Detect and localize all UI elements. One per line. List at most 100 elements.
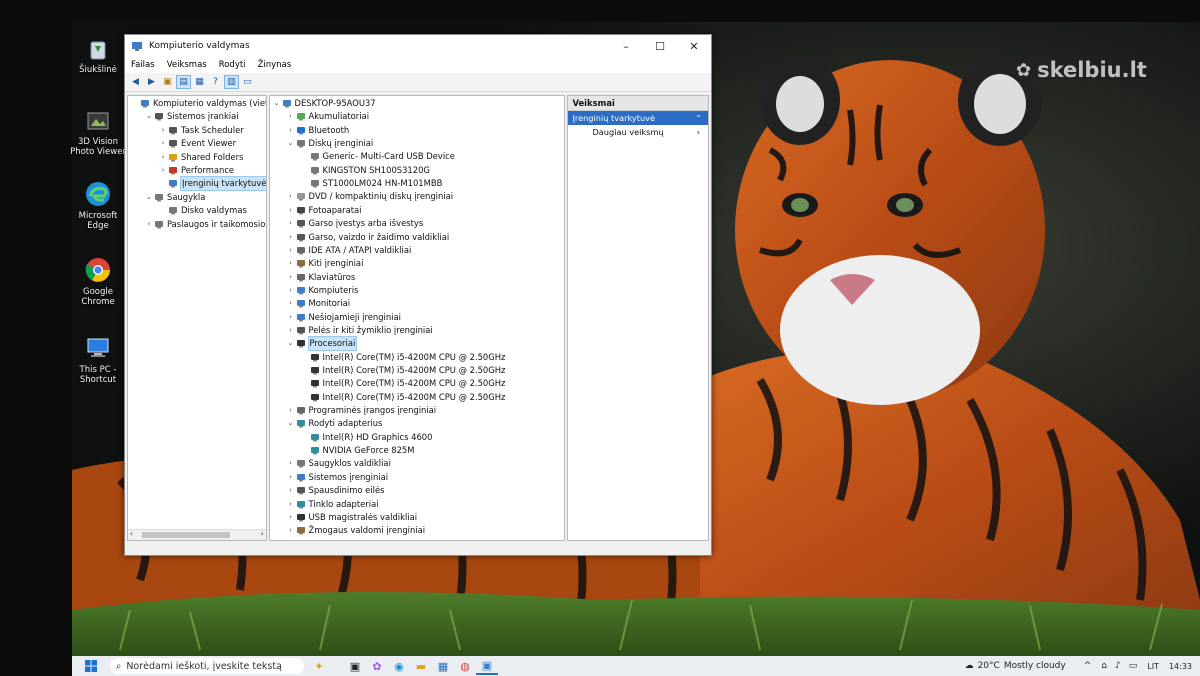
device-row[interactable]: › USB magistralės valdikliai (270, 511, 417, 524)
language-indicator[interactable]: LIT (1147, 662, 1159, 671)
device-row[interactable]: › Monitoriai (270, 297, 350, 310)
tree-item[interactable]: ⌄ Saugykla (128, 191, 205, 204)
collapsed-chevron-icon[interactable]: › (286, 231, 296, 244)
edge-taskbar-icon[interactable]: ◉ (388, 658, 410, 674)
collapsed-chevron-icon[interactable]: › (286, 324, 296, 337)
collapsed-chevron-icon[interactable]: › (286, 257, 296, 270)
tray-chevron-icon[interactable]: ^ (1084, 661, 1092, 671)
up-icon[interactable]: ▣ (161, 76, 174, 88)
device-row[interactable]: › Žmogaus valdomi įrenginiai (270, 524, 425, 537)
weather-widget[interactable]: ☁ 20°C Mostly cloudy (965, 661, 1066, 671)
monitor-icon[interactable]: ▭ (241, 76, 254, 88)
device-row[interactable]: › Klaviatūros (270, 271, 355, 284)
device-row[interactable]: Intel(R) Core(TM) i5-4200M CPU @ 2.50GHz (270, 351, 505, 364)
expanded-chevron-icon[interactable]: ⌄ (144, 110, 154, 123)
expanded-chevron-icon[interactable]: ⌄ (144, 191, 154, 204)
menu-action[interactable]: Veiksmas (167, 60, 207, 70)
device-row[interactable]: Intel(R) HD Graphics 4600 (270, 431, 432, 444)
device-row[interactable]: ⌄ DESKTOP-95AOU37 (270, 97, 376, 110)
copilot-icon[interactable]: ✦ (308, 658, 330, 674)
device-row[interactable]: NVIDIA GeForce 825M (270, 444, 414, 457)
desktop-icon-chrome[interactable]: Google Chrome (68, 256, 128, 307)
device-row[interactable]: › IDE ATA / ATAPI valdikliai (270, 244, 411, 257)
title-bar[interactable]: Kompiuterio valdymas – ☐ ✕ (125, 35, 711, 57)
desktop-icon-recycle-bin[interactable]: Šiukšlinė (68, 36, 128, 75)
copilot-app-icon[interactable]: ✿ (366, 658, 388, 674)
device-row[interactable]: KINGSTON SH100S3120G (270, 164, 430, 177)
desktop-icon-edge[interactable]: Microsoft Edge (68, 180, 128, 231)
expanded-chevron-icon[interactable]: ⌄ (272, 97, 282, 110)
more-actions-item[interactable]: Daugiau veiksmų › (568, 125, 708, 139)
device-row[interactable]: › Fotoaparatai (270, 204, 361, 217)
collapsed-chevron-icon[interactable]: › (286, 271, 296, 284)
device-row[interactable]: Intel(R) Core(TM) i5-4200M CPU @ 2.50GHz (270, 377, 505, 390)
properties-icon[interactable]: ▦ (193, 76, 206, 88)
collapsed-chevron-icon[interactable]: › (158, 137, 168, 150)
device-row[interactable]: › Sistemos įrenginiai (270, 471, 388, 484)
collapsed-chevron-icon[interactable]: › (286, 311, 296, 324)
tree-horizontal-scrollbar[interactable]: ‹ › (128, 529, 266, 540)
tree-item[interactable]: ⌄ Sistemos įrankiai (128, 110, 239, 123)
device-row[interactable]: Intel(R) Core(TM) i5-4200M CPU @ 2.50GHz (270, 364, 505, 377)
menu-help[interactable]: Žinynas (258, 60, 292, 70)
device-row[interactable]: › Tinklo adapteriai (270, 498, 378, 511)
collapsed-chevron-icon[interactable]: › (286, 511, 296, 524)
network-icon[interactable]: ⌂ (1101, 661, 1107, 671)
collapsed-chevron-icon[interactable]: › (286, 484, 296, 497)
device-row[interactable]: ⌄ Rodyti adapterius (270, 417, 383, 430)
device-row[interactable]: › Programinės įrangos įrenginiai (270, 404, 436, 417)
device-row[interactable]: › Spausdinimo eilės (270, 484, 384, 497)
collapsed-chevron-icon[interactable]: › (286, 471, 296, 484)
tree-item[interactable]: › Event Viewer (128, 137, 237, 150)
scroll-right-icon[interactable]: › (261, 530, 264, 538)
device-row[interactable]: › Garso įvestys arba išvestys (270, 217, 423, 230)
tree-item[interactable]: › Performance (128, 164, 234, 177)
collapsed-chevron-icon[interactable]: › (144, 218, 154, 231)
collapsed-chevron-icon[interactable]: › (286, 524, 296, 537)
device-row[interactable]: ST1000LM024 HN-M101MBB (270, 177, 442, 190)
collapsed-chevron-icon[interactable]: › (158, 124, 168, 137)
computer-management-taskbar-icon[interactable]: ▣ (476, 657, 498, 675)
collapsed-chevron-icon[interactable]: › (158, 151, 168, 164)
collapsed-chevron-icon[interactable]: › (158, 164, 168, 177)
show-hide-action-pane-icon[interactable]: ▥ (224, 75, 239, 89)
device-row[interactable]: › Bluetooth (270, 124, 349, 137)
start-button[interactable] (80, 658, 102, 674)
device-row[interactable]: › Kiti įrenginiai (270, 257, 363, 270)
collapsed-chevron-icon[interactable]: › (286, 457, 296, 470)
chrome-taskbar-icon[interactable]: ◍ (454, 658, 476, 674)
device-row[interactable]: › Pelės ir kiti žymiklio įrenginiai (270, 324, 433, 337)
device-row[interactable]: › Garso, vaizdo ir žaidimo valdikliai (270, 231, 449, 244)
expanded-chevron-icon[interactable]: ⌄ (286, 417, 296, 430)
collapsed-chevron-icon[interactable]: › (286, 190, 296, 203)
scroll-left-icon[interactable]: ‹ (130, 530, 133, 538)
show-hide-tree-icon[interactable]: ▤ (176, 75, 191, 89)
expanded-chevron-icon[interactable]: ⌄ (286, 137, 296, 150)
collapse-icon[interactable]: ⌃ (695, 111, 702, 125)
clock[interactable]: 14:33 (1169, 662, 1192, 671)
device-row[interactable]: Intel(R) Core(TM) i5-4200M CPU @ 2.50GHz (270, 391, 505, 404)
tree-item[interactable]: Įrenginių tvarkytuvė (128, 176, 266, 192)
collapsed-chevron-icon[interactable]: › (286, 404, 296, 417)
device-row[interactable]: › Nešiojamieji įrenginiai (270, 311, 401, 324)
tree-item[interactable]: › Paslaugos ir taikomosios pr (128, 218, 266, 231)
device-row[interactable]: › Saugyklos valdikliai (270, 457, 391, 470)
forward-icon[interactable]: ▶ (145, 76, 158, 88)
device-row[interactable]: Generic- Multi-Card USB Device (270, 150, 455, 163)
console-tree[interactable]: Kompiuterio valdymas (vietinis ⌄ Sistemos … (127, 95, 267, 541)
maximize-button[interactable]: ☐ (643, 40, 677, 53)
collapsed-chevron-icon[interactable]: › (286, 498, 296, 511)
menu-file[interactable]: Failas (131, 60, 155, 70)
device-list[interactable]: ⌄ DESKTOP-95AOU37 › Akumuliatoriai › Bluetoot… (268, 95, 566, 541)
desktop-icon-this-pc[interactable]: This PC - Shortcut (68, 334, 128, 385)
scrollbar-thumb[interactable] (142, 532, 230, 538)
tree-item[interactable]: › Shared Folders (128, 151, 244, 164)
device-row[interactable]: › DVD / kompaktinių diskų įrenginiai (270, 190, 453, 203)
desktop-icon-photo-viewer[interactable]: 3D Vision Photo Viewer (68, 108, 128, 157)
help-icon[interactable]: ? (209, 76, 222, 88)
device-row[interactable]: › Kompiuteris (270, 284, 358, 297)
tree-item[interactable]: Disko valdymas (128, 204, 247, 217)
taskbar-search-box[interactable]: ⌕ Norėdami ieškoti, įveskite tekstą (110, 658, 304, 674)
store-icon[interactable]: ▦ (432, 658, 454, 674)
task-view-icon[interactable]: ▣ (344, 658, 366, 674)
